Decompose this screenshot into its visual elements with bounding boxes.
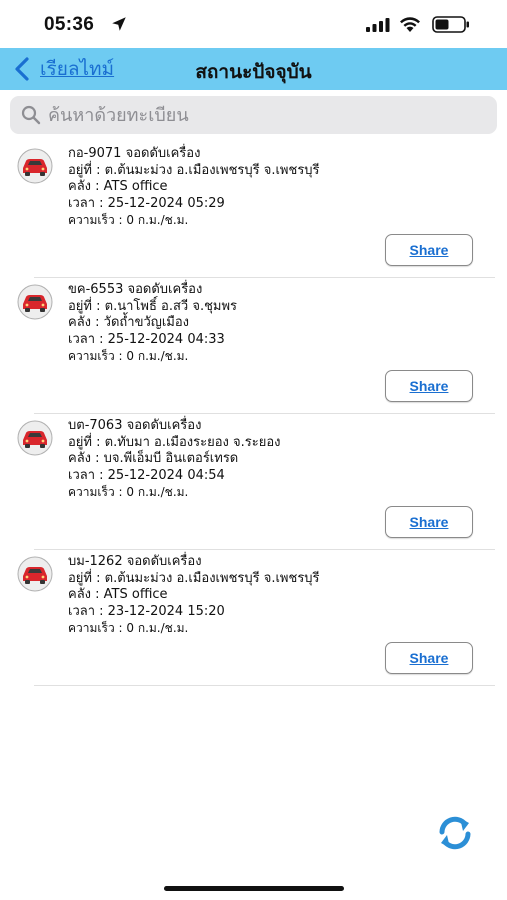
status-time: 05:36	[44, 14, 95, 35]
vehicle-speed: ความเร็ว : 0 ก.ม./ช.ม.	[68, 349, 189, 363]
list-item[interactable]: บม-1262 จอดดับเครื่อง อยู่ที่ : ต.ต้นมะม…	[0, 550, 507, 686]
share-button[interactable]: Share	[385, 642, 473, 674]
vehicle-time: เวลา : 25-12-2024 04:54	[68, 467, 225, 483]
vehicle-header: กอ-9071 จอดดับเครื่อง	[68, 146, 201, 161]
vehicle-time: เวลา : 25-12-2024 04:33	[68, 331, 225, 347]
vehicle-time: เวลา : 25-12-2024 05:29	[68, 195, 225, 211]
page-title: สถานะปัจจุบัน	[195, 61, 312, 83]
share-button[interactable]: Share	[385, 370, 473, 402]
vehicle-info: ขค-6553 จอดดับเครื่อง อยู่ที่ : ต.นาโพธิ…	[68, 282, 237, 365]
share-button[interactable]: Share	[385, 506, 473, 538]
vehicle-location: อยู่ที่ : ต.ต้นมะม่วง อ.เมืองเพชรบุรี จ.…	[68, 162, 320, 178]
vehicle-location: อยู่ที่ : ต.นาโพธิ์ อ.สวี จ.ชุมพร	[68, 298, 238, 314]
search-icon	[21, 105, 41, 125]
location-arrow-icon	[112, 17, 126, 31]
share-label: Share	[409, 650, 449, 666]
vehicle-time: เวลา : 23-12-2024 15:20	[68, 603, 225, 619]
refresh-icon[interactable]	[434, 812, 476, 854]
vehicle-info: บม-1262 จอดดับเครื่อง อยู่ที่ : ต.ต้นมะม…	[68, 554, 320, 637]
home-indicator	[164, 886, 344, 891]
vehicle-location: อยู่ที่ : ต.ต้นมะม่วง อ.เมืองเพชรบุรี จ.…	[68, 570, 320, 586]
share-label: Share	[409, 378, 449, 394]
vehicle-info: กอ-9071 จอดดับเครื่อง อยู่ที่ : ต.ต้นมะม…	[68, 146, 320, 229]
share-label: Share	[409, 514, 449, 530]
car-icon	[17, 420, 53, 456]
list-item[interactable]: บต-7063 จอดดับเครื่อง อยู่ที่ : ต.ทับมา …	[0, 414, 507, 550]
status-bar: 05:36	[0, 0, 507, 48]
vehicle-info: บต-7063 จอดดับเครื่อง อยู่ที่ : ต.ทับมา …	[68, 418, 281, 501]
search-input[interactable]	[48, 96, 488, 134]
divider	[34, 685, 495, 686]
vehicle-list: กอ-9071 จอดดับเครื่อง อยู่ที่ : ต.ต้นมะม…	[0, 142, 507, 686]
vehicle-speed: ความเร็ว : 0 ก.ม./ช.ม.	[68, 485, 189, 499]
list-item[interactable]: กอ-9071 จอดดับเครื่อง อยู่ที่ : ต.ต้นมะม…	[0, 142, 507, 278]
share-label: Share	[409, 242, 449, 258]
vehicle-location: อยู่ที่ : ต.ทับมา อ.เมืองระยอง จ.ระยอง	[68, 434, 281, 450]
vehicle-header: บต-7063 จอดดับเครื่อง	[68, 418, 202, 433]
search-bar	[10, 96, 497, 134]
signal-icon	[366, 18, 390, 32]
car-icon	[17, 284, 53, 320]
vehicle-depot: คลัง : วัดถ้ำขวัญเมือง	[68, 315, 189, 330]
navigation-bar: เรียลไทม์ สถานะปัจจุบัน	[0, 48, 507, 90]
wifi-icon	[400, 17, 420, 32]
vehicle-header: ขค-6553 จอดดับเครื่อง	[68, 282, 203, 297]
vehicle-speed: ความเร็ว : 0 ก.ม./ช.ม.	[68, 621, 189, 635]
list-item[interactable]: ขค-6553 จอดดับเครื่อง อยู่ที่ : ต.นาโพธิ…	[0, 278, 507, 414]
vehicle-depot: คลัง : บจ.พีเอ็มบี อินเตอร์เทรด	[68, 451, 239, 466]
share-button[interactable]: Share	[385, 234, 473, 266]
vehicle-header: บม-1262 จอดดับเครื่อง	[68, 554, 202, 569]
car-icon	[17, 148, 53, 184]
car-icon	[17, 556, 53, 592]
vehicle-depot: คลัง : ATS office	[68, 587, 168, 602]
vehicle-depot: คลัง : ATS office	[68, 179, 168, 194]
vehicle-speed: ความเร็ว : 0 ก.ม./ช.ม.	[68, 213, 189, 227]
battery-icon	[432, 16, 469, 33]
